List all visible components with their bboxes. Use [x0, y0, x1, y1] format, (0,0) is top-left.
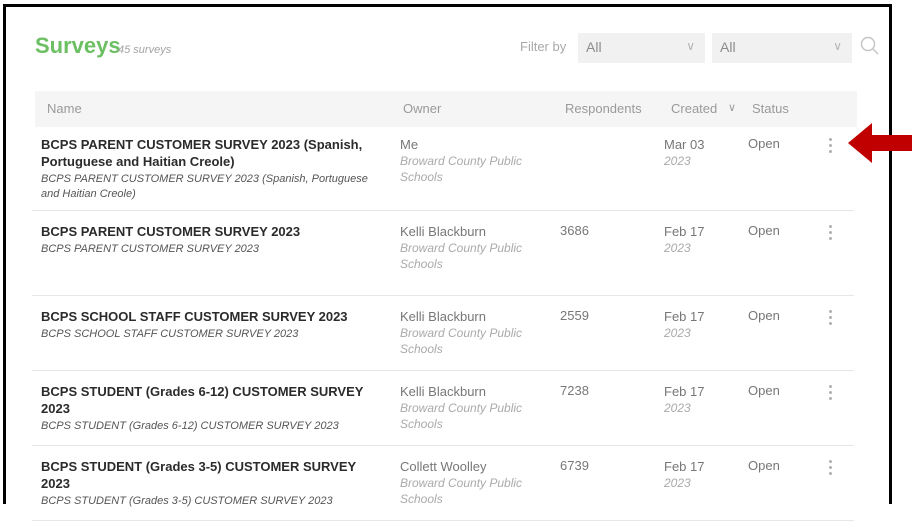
status-cell: Open: [748, 308, 780, 323]
chevron-down-icon: ∨: [833, 39, 842, 53]
respondents-cell: 7238: [560, 383, 589, 398]
column-header-created[interactable]: Created: [671, 101, 717, 116]
survey-subtitle: BCPS PARENT CUSTOMER SURVEY 2023: [41, 243, 260, 255]
owner-name: Kelli Blackburn: [400, 224, 486, 239]
created-year: 2023: [664, 154, 691, 168]
respondents-cell: 6739: [560, 458, 589, 473]
more-options-icon[interactable]: [827, 225, 833, 241]
created-year: 2023: [664, 326, 691, 340]
survey-title[interactable]: BCPS STUDENT (Grades 6-12) CUSTOMER SURV…: [41, 383, 381, 434]
owner-cell: Me Broward County Public Schools: [400, 136, 550, 185]
table-row[interactable]: BCPS STUDENT (Grades 3-5) CUSTOMER SURVE…: [32, 446, 854, 521]
survey-title-text[interactable]: BCPS PARENT CUSTOMER SURVEY 2023: [41, 223, 381, 240]
respondents-cell: 3686: [560, 223, 589, 238]
created-cell: Feb 17 2023: [664, 223, 704, 257]
owner-name: Kelli Blackburn: [400, 309, 486, 324]
table-row[interactable]: BCPS STUDENT (Grades 6-12) CUSTOMER SURV…: [32, 371, 854, 446]
more-options-icon[interactable]: [827, 385, 833, 401]
header: Surveys 45 surveys Filter by All ∨ All ∨: [35, 33, 879, 69]
owner-org: Broward County Public Schools: [400, 154, 523, 184]
column-header-name[interactable]: Name: [47, 101, 82, 116]
table-row[interactable]: BCPS SCHOOL STAFF CUSTOMER SURVEY 2023 B…: [32, 296, 854, 371]
survey-subtitle: BCPS STUDENT (Grades 6-12) CUSTOMER SURV…: [41, 420, 339, 432]
red-arrow-annotation: [848, 123, 912, 163]
status-cell: Open: [748, 458, 780, 473]
status-cell: Open: [748, 383, 780, 398]
column-header-status[interactable]: Status: [752, 101, 789, 116]
survey-count: 45 surveys: [118, 44, 172, 56]
created-cell: Feb 17 2023: [664, 458, 704, 492]
owner-name: Me: [400, 137, 419, 152]
column-header-row: Name Owner Respondents Created ∨ Status: [35, 91, 857, 127]
column-header-respondents[interactable]: Respondents: [565, 101, 642, 116]
owner-cell: Kelli Blackburn Broward County Public Sc…: [400, 223, 550, 272]
owner-name: Collett Woolley: [400, 459, 487, 474]
survey-title[interactable]: BCPS SCHOOL STAFF CUSTOMER SURVEY 2023 B…: [41, 308, 381, 342]
page-title: Surveys: [35, 33, 121, 58]
owner-name: Kelli Blackburn: [400, 384, 486, 399]
survey-title-text[interactable]: BCPS STUDENT (Grades 6-12) CUSTOMER SURV…: [41, 383, 381, 417]
more-options-icon[interactable]: [827, 460, 833, 476]
filter-select-1[interactable]: All ∨: [578, 33, 705, 63]
more-options-icon[interactable]: [827, 138, 833, 154]
chevron-down-icon: ∨: [686, 39, 695, 53]
filter-select-2-value: All: [720, 39, 736, 55]
survey-title-text[interactable]: BCPS STUDENT (Grades 3-5) CUSTOMER SURVE…: [41, 458, 381, 492]
survey-subtitle: BCPS PARENT CUSTOMER SURVEY 2023 (Spanis…: [41, 173, 368, 200]
table-row[interactable]: BCPS PARENT CUSTOMER SURVEY 2023 BCPS PA…: [32, 211, 854, 296]
search-icon[interactable]: [859, 35, 881, 57]
created-date: Feb 17: [664, 309, 705, 324]
more-options-icon[interactable]: [827, 310, 833, 326]
survey-title[interactable]: BCPS PARENT CUSTOMER SURVEY 2023 BCPS PA…: [41, 223, 381, 257]
created-date: Mar 03: [664, 137, 705, 152]
owner-org: Broward County Public Schools: [400, 241, 523, 271]
survey-subtitle: BCPS SCHOOL STAFF CUSTOMER SURVEY 2023: [41, 328, 299, 340]
created-date: Feb 17: [664, 459, 705, 474]
filter-select-1-value: All: [586, 39, 602, 55]
owner-cell: Kelli Blackburn Broward County Public Sc…: [400, 308, 550, 357]
survey-title[interactable]: BCPS PARENT CUSTOMER SURVEY 2023 (Spanis…: [41, 136, 381, 202]
survey-title[interactable]: BCPS STUDENT (Grades 3-5) CUSTOMER SURVE…: [41, 458, 381, 509]
created-date: Feb 17: [664, 224, 705, 239]
survey-title-text[interactable]: BCPS PARENT CUSTOMER SURVEY 2023 (Spanis…: [41, 136, 381, 170]
table-row[interactable]: BCPS PARENT CUSTOMER SURVEY 2023 (Spanis…: [32, 124, 854, 211]
created-cell: Feb 17 2023: [664, 308, 704, 342]
owner-org: Broward County Public Schools: [400, 476, 523, 506]
owner-org: Broward County Public Schools: [400, 401, 523, 431]
created-year: 2023: [664, 476, 691, 490]
created-date: Feb 17: [664, 384, 705, 399]
status-cell: Open: [748, 136, 780, 151]
survey-subtitle: BCPS STUDENT (Grades 3-5) CUSTOMER SURVE…: [41, 495, 333, 507]
created-year: 2023: [664, 401, 691, 415]
filter-select-2[interactable]: All ∨: [712, 33, 852, 63]
respondents-cell: 2559: [560, 308, 589, 323]
sort-descending-icon[interactable]: ∨: [728, 101, 736, 114]
column-header-owner[interactable]: Owner: [403, 101, 441, 116]
created-cell: Feb 17 2023: [664, 383, 704, 417]
status-cell: Open: [748, 223, 780, 238]
filter-label: Filter by: [520, 39, 567, 54]
created-cell: Mar 03 2023: [664, 136, 704, 170]
owner-cell: Collett Woolley Broward County Public Sc…: [400, 458, 550, 507]
survey-title-text[interactable]: BCPS SCHOOL STAFF CUSTOMER SURVEY 2023: [41, 308, 381, 325]
created-year: 2023: [664, 241, 691, 255]
owner-cell: Kelli Blackburn Broward County Public Sc…: [400, 383, 550, 432]
owner-org: Broward County Public Schools: [400, 326, 523, 356]
